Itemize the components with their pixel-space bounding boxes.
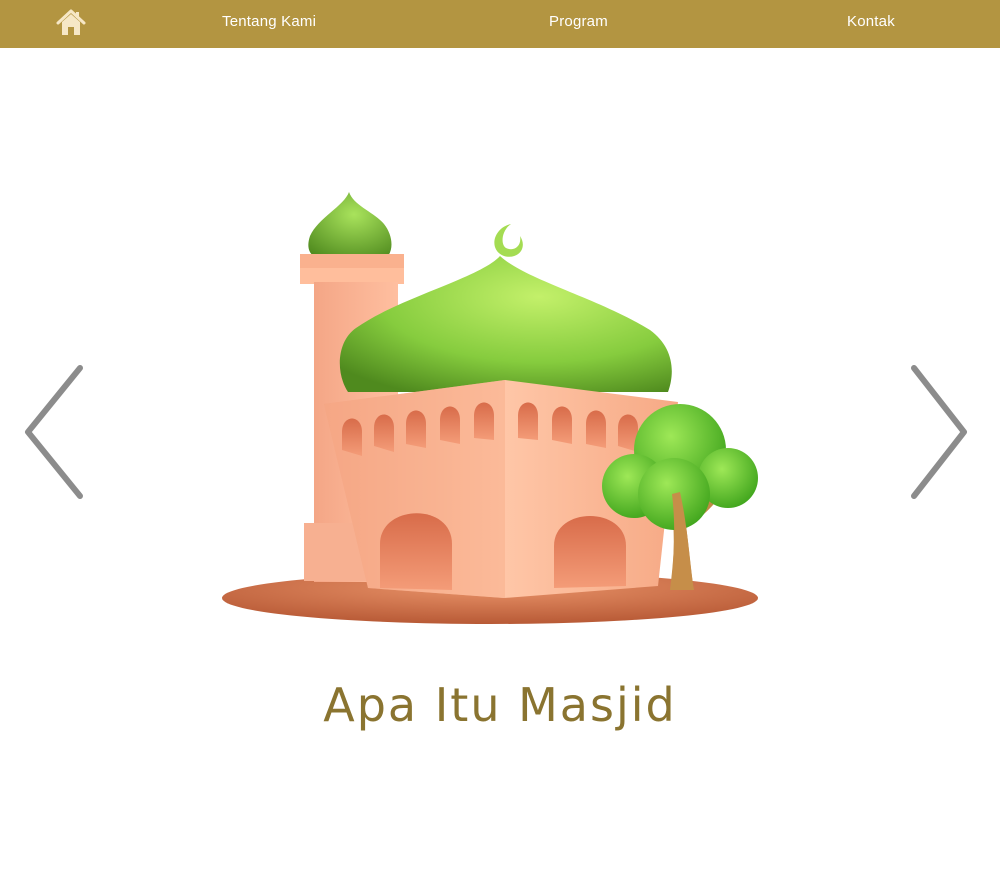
slide-title: Apa Itu Masjid [323,678,677,732]
nav-link-kontak[interactable]: Kontak [847,13,895,30]
top-navbar: Tentang Kami Program Kontak [0,0,1000,48]
hero-slider: Apa Itu Masjid [0,48,1000,828]
next-slide-button[interactable] [906,362,976,502]
nav-link-program[interactable]: Program [549,13,608,30]
mosque-illustration [222,192,758,624]
nav-link-tentang-kami[interactable]: Tentang Kami [222,13,316,30]
chevron-right-icon [911,365,967,499]
chevron-left-icon [25,365,83,499]
home-icon [56,9,86,35]
previous-slide-button[interactable] [20,362,90,502]
home-link[interactable] [56,8,86,38]
